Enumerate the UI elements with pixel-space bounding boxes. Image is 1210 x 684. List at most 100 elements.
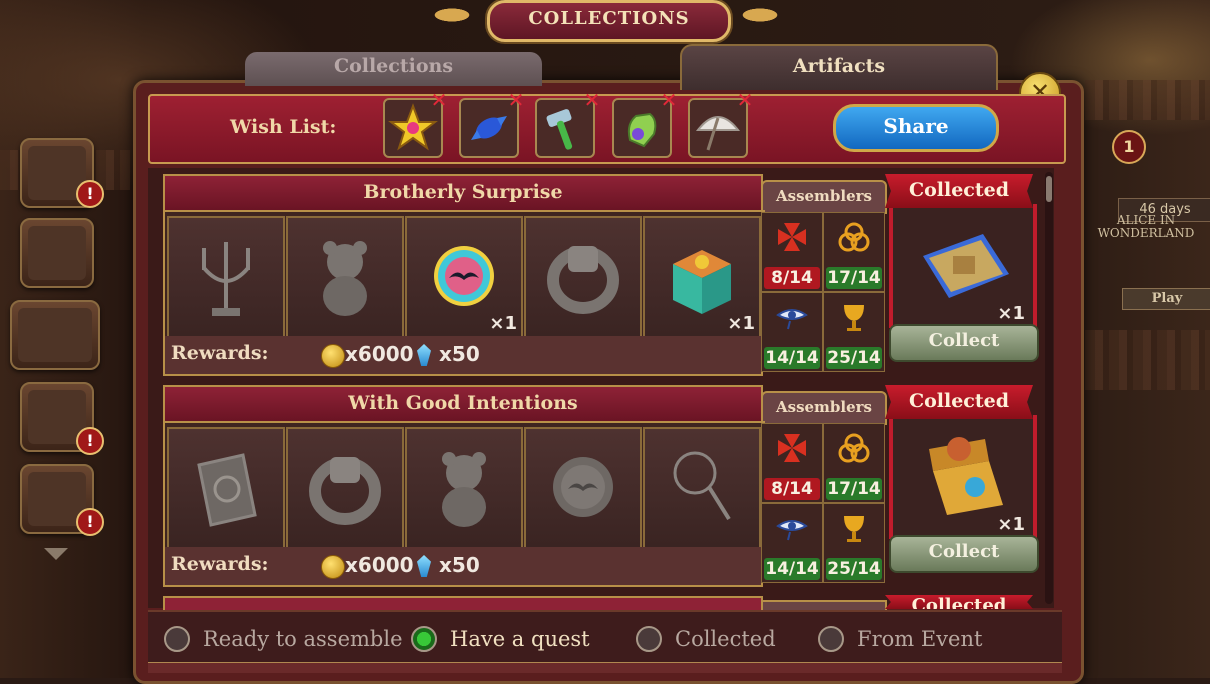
gem-icon <box>417 555 431 577</box>
filter-radio-event[interactable] <box>818 626 844 652</box>
collection-title: With Good Intentions <box>163 385 763 423</box>
result-qty: ×1 <box>997 514 1025 535</box>
artifact-slot[interactable] <box>405 427 523 549</box>
eye-of-horus-icon <box>776 520 808 541</box>
collection-row: Brotherly Surprise Assemblers ×1 ×1 Rewa… <box>163 174 1039 380</box>
assembler-count: 14/14 <box>764 558 820 580</box>
collected-panel: ×1 Collected Collect <box>885 174 1039 374</box>
event-play-button[interactable]: Play <box>1122 288 1210 310</box>
artifact-cells <box>163 421 765 551</box>
assembler-slot[interactable]: 25/14 <box>823 292 885 372</box>
triquetra-icon <box>838 222 870 252</box>
scrollbar-thumb[interactable] <box>1046 176 1052 202</box>
scroll-down-icon[interactable] <box>44 548 68 560</box>
event-title: ALICE IN WONDERLAND <box>1097 213 1195 240</box>
assembler-count: 17/14 <box>826 478 882 500</box>
remove-icon[interactable]: ✕ <box>660 90 678 110</box>
assembler-slot[interactable]: 14/14 <box>761 503 823 583</box>
coin-icon <box>321 555 345 579</box>
filter-label-event[interactable]: From Event <box>857 627 982 651</box>
assembler-slot[interactable]: 17/14 <box>823 212 885 292</box>
wish-list-label: Wish List: <box>230 116 337 138</box>
map-icon <box>28 226 86 280</box>
artifact-slot[interactable] <box>524 427 642 549</box>
artifact-qty: ×1 <box>489 313 517 334</box>
artifact-slot[interactable]: ×1 <box>405 216 523 338</box>
assembler-slot[interactable]: 17/14 <box>823 423 885 503</box>
assembler-slot[interactable]: 25/14 <box>823 503 885 583</box>
tab-collections[interactable]: Collections <box>245 52 542 86</box>
result-slot: ×1 <box>889 415 1037 539</box>
result-qty: ×1 <box>997 303 1025 324</box>
artifact-slot[interactable] <box>643 427 761 549</box>
mustache-badge-icon <box>553 457 613 517</box>
collection-title: Brotherly Surprise <box>163 174 763 212</box>
artifact-slot[interactable]: ×1 <box>643 216 761 338</box>
assembler-slot[interactable]: 8/14 <box>761 212 823 292</box>
collection-row: With Good Intentions Assemblers Rewards:… <box>163 385 1039 591</box>
artifact-slot[interactable] <box>167 216 285 338</box>
remove-icon[interactable]: ✕ <box>507 90 525 110</box>
book-icon <box>197 453 257 527</box>
filter-radio-ready[interactable] <box>164 626 190 652</box>
rewards-label: Rewards: <box>171 342 269 364</box>
ring-icon <box>309 457 381 525</box>
coin-reward: x6000 <box>345 342 414 366</box>
sidebar-card-location[interactable] <box>10 300 100 370</box>
assembler-slot[interactable]: 8/14 <box>761 423 823 503</box>
alert-badge: ! <box>76 427 104 455</box>
filter-radio-quest[interactable] <box>411 626 437 652</box>
tab-artifacts[interactable]: Artifacts <box>680 44 998 90</box>
collect-button[interactable]: Collect <box>889 535 1039 573</box>
triquetra-icon <box>838 433 870 463</box>
filter-label-collected[interactable]: Collected <box>675 627 776 651</box>
artifact-slot[interactable] <box>524 216 642 338</box>
collect-button[interactable]: Collect <box>889 324 1039 362</box>
rewards-bar: Rewards: x6000 x50 <box>163 336 763 376</box>
bookshelf <box>1085 330 1210 390</box>
remove-icon[interactable]: ✕ <box>430 90 448 110</box>
filter-label-ready[interactable]: Ready to assemble <box>203 627 403 651</box>
scrollbar[interactable] <box>1045 172 1053 604</box>
eye-of-horus-icon <box>776 309 808 330</box>
assembler-slot[interactable]: 14/14 <box>761 292 823 372</box>
gem-icon <box>417 344 431 366</box>
remove-icon[interactable]: ✕ <box>583 90 601 110</box>
sidebar-card-map[interactable] <box>20 218 94 288</box>
collection-title <box>163 596 763 610</box>
collected-banner: Collected <box>885 595 1033 609</box>
alert-badge: ! <box>76 508 104 536</box>
share-button[interactable]: Share <box>833 104 999 152</box>
teddy-bear-icon <box>323 241 367 316</box>
assembler-count: 8/14 <box>764 267 820 289</box>
artifact-cells: ×1 ×1 <box>163 210 765 340</box>
maltese-cross-icon <box>778 434 806 462</box>
collected-banner: Collected <box>885 385 1033 419</box>
filter-radio-collected[interactable] <box>636 626 662 652</box>
assembler-count: 25/14 <box>826 347 882 369</box>
teddy-bear-icon <box>442 452 486 527</box>
ornament <box>412 0 492 30</box>
artifact-qty: ×1 <box>727 313 755 334</box>
artifact-slot[interactable] <box>167 427 285 549</box>
candelabra-icon <box>202 242 250 316</box>
ornament <box>720 0 800 30</box>
filter-label-quest[interactable]: Have a quest <box>450 627 590 651</box>
gem-reward: x50 <box>439 342 480 366</box>
page-title: COLLECTIONS <box>487 0 731 42</box>
remove-icon[interactable]: ✕ <box>736 90 754 110</box>
panel-bottom-edge <box>148 662 1062 673</box>
assembler-count: 14/14 <box>764 347 820 369</box>
location-icon <box>18 308 92 362</box>
collected-banner: Collected <box>885 174 1033 208</box>
coin-icon <box>321 344 345 368</box>
assembler-count: 25/14 <box>826 558 882 580</box>
gem-reward: x50 <box>439 553 480 577</box>
artifact-slot[interactable] <box>286 427 404 549</box>
result-slot: ×1 <box>889 204 1037 328</box>
chalice-icon <box>844 305 864 331</box>
assembler-count: 8/14 <box>764 478 820 500</box>
artifact-slot[interactable] <box>286 216 404 338</box>
assemblers-header: Assemblers <box>761 180 887 214</box>
collected-panel: ×1 Collected Collect <box>885 385 1039 585</box>
